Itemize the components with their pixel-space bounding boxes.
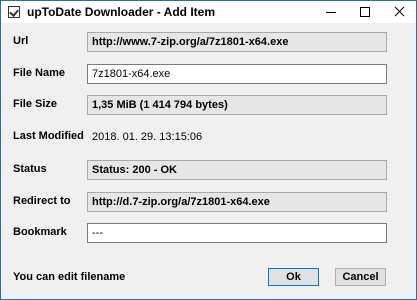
minimize-icon[interactable] bbox=[314, 1, 348, 23]
maximize-icon[interactable] bbox=[348, 1, 382, 23]
dialog-window: upToDate Downloader - Add Item Url http:… bbox=[0, 0, 417, 300]
last-modified-row: Last Modified 2018. 01. 29. 13:15:06 bbox=[1, 127, 416, 149]
file-size-label: File Size bbox=[13, 98, 58, 110]
bookmark-label: Bookmark bbox=[13, 226, 67, 238]
last-modified-label: Last Modified bbox=[13, 130, 84, 142]
status-label: Status bbox=[13, 163, 47, 175]
last-modified-value: 2018. 01. 29. 13:15:06 bbox=[92, 131, 203, 143]
status-field: Status: 200 - OK bbox=[87, 160, 387, 180]
checkbox-app-icon bbox=[8, 6, 20, 18]
window-controls bbox=[314, 1, 416, 23]
redirect-field: http://d.7-zip.org/a/7z1801-x64.exe bbox=[87, 192, 387, 212]
close-icon[interactable] bbox=[382, 1, 416, 23]
url-field: http://www.7-zip.org/a/7z1801-x64.exe bbox=[87, 32, 387, 52]
file-name-row: File Name bbox=[1, 64, 416, 86]
ok-button[interactable]: Ok bbox=[268, 268, 319, 286]
file-name-input[interactable] bbox=[87, 64, 387, 84]
file-size-row: File Size 1,35 MiB (1 414 794 bytes) bbox=[1, 95, 416, 117]
bookmark-row: Bookmark bbox=[1, 223, 416, 245]
file-size-field: 1,35 MiB (1 414 794 bytes) bbox=[87, 95, 387, 115]
url-row: Url http://www.7-zip.org/a/7z1801-x64.ex… bbox=[1, 32, 416, 54]
file-name-label: File Name bbox=[13, 67, 65, 79]
window-title: upToDate Downloader - Add Item bbox=[27, 5, 215, 19]
cancel-button[interactable]: Cancel bbox=[335, 268, 386, 286]
bookmark-input[interactable] bbox=[87, 223, 387, 243]
redirect-label: Redirect to bbox=[13, 195, 71, 207]
title-bar[interactable]: upToDate Downloader - Add Item bbox=[1, 1, 416, 23]
edit-hint: You can edit filename bbox=[13, 271, 126, 283]
status-row: Status Status: 200 - OK bbox=[1, 160, 416, 182]
redirect-row: Redirect to http://d.7-zip.org/a/7z1801-… bbox=[1, 192, 416, 214]
url-label: Url bbox=[13, 35, 29, 47]
